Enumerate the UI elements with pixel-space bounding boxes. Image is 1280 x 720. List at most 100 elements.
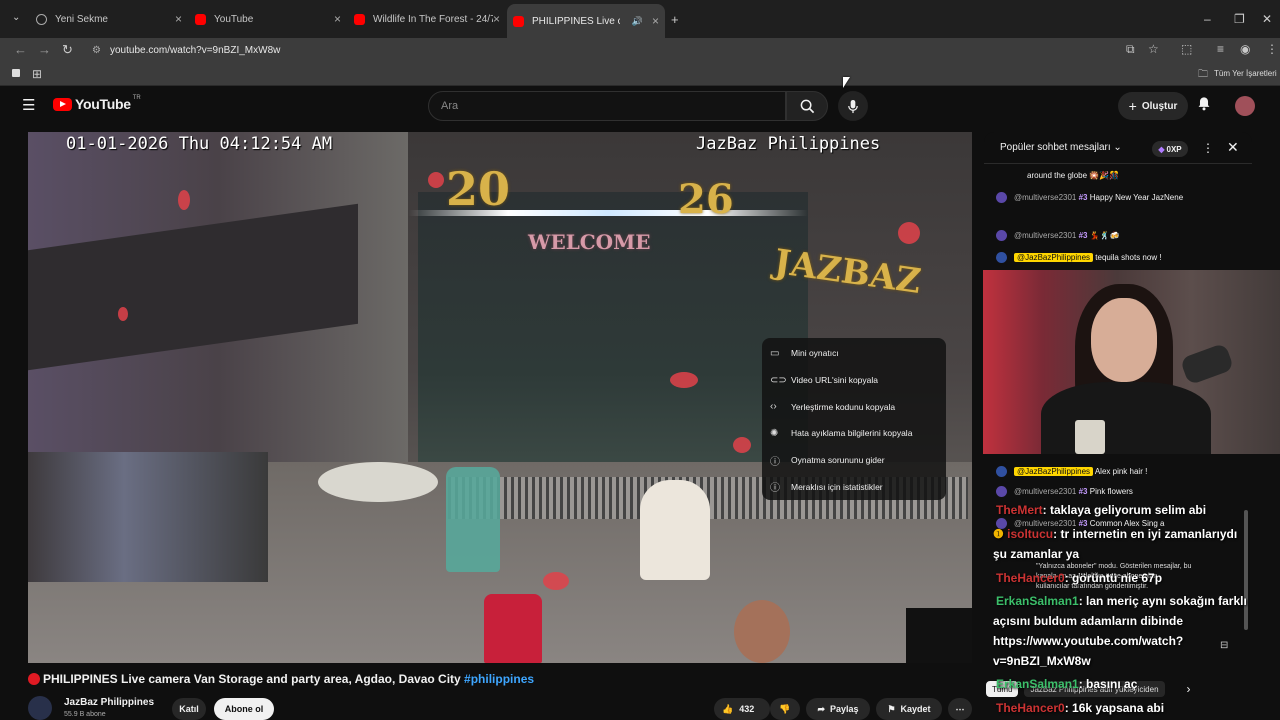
member-badge: #3	[1078, 193, 1088, 202]
youtube-icon	[513, 15, 524, 27]
apps-icon[interactable]	[12, 69, 20, 77]
forward-icon[interactable]: →	[38, 42, 51, 57]
tab-wildlife[interactable]: Wildlife In The Forest - 24/7 LIV ×	[348, 8, 506, 30]
close-tab-icon[interactable]: ×	[175, 12, 182, 26]
menu-item-copy-debug[interactable]: ✺ Hata ayıklama bilgilerini kopyala	[762, 420, 946, 447]
speaker-icon[interactable]: 🔊	[632, 16, 643, 27]
hashtag-link[interactable]: #philippines	[464, 672, 534, 686]
logo-text: YouTube	[75, 96, 131, 112]
mouse-cursor-icon	[843, 77, 850, 88]
youtube-header: ☰ YouTube TR Ara + Oluştur	[0, 86, 1280, 126]
all-bookmarks[interactable]: Tüm Yer İşaretleri	[1214, 69, 1277, 78]
tab-label: PHILIPPINES Live camera	[532, 15, 620, 27]
install-icon[interactable]: ⧉	[1126, 42, 1135, 57]
confetti	[118, 307, 128, 321]
youtube-logo[interactable]: YouTube TR	[53, 95, 141, 112]
menu-item-label: Yerleştirme kodunu kopyala	[791, 401, 896, 412]
account-avatar[interactable]	[1235, 96, 1255, 116]
tab-label: Yeni Sekme	[55, 13, 108, 25]
save-button[interactable]: ⚑ Kaydet	[876, 698, 942, 720]
close-tab-icon[interactable]: ×	[493, 12, 500, 26]
notifications-bell-icon[interactable]	[1197, 96, 1211, 114]
reload-icon[interactable]: ↻	[62, 42, 73, 58]
new-tab-icon[interactable]: +	[671, 12, 679, 27]
like-button[interactable]: 👍 432	[714, 698, 770, 720]
menu-item-mini-player[interactable]: ▭ Mini oynatıcı	[762, 340, 946, 367]
profile-icon[interactable]: ◉	[1240, 42, 1250, 56]
share-button[interactable]: ➦ Paylaş	[806, 698, 870, 720]
link-icon: ⊂⊃	[770, 374, 787, 386]
youtube-icon	[354, 13, 365, 25]
confetti	[670, 372, 698, 388]
create-button[interactable]: + Oluştur	[1118, 92, 1188, 120]
close-tab-icon[interactable]: ×	[652, 14, 659, 28]
search-placeholder: Ara	[441, 100, 459, 112]
menu-item-copy-url[interactable]: ⊂⊃ Video URL'sini kopyala	[762, 367, 946, 394]
tab-list-icon[interactable]: ⌄	[12, 12, 20, 23]
tab-new[interactable]: Yeni Sekme ×	[30, 8, 188, 30]
xp-icon: ◆	[1158, 144, 1165, 154]
dislike-button[interactable]: 👎	[770, 698, 800, 720]
cam-microphone	[1179, 342, 1235, 386]
join-button[interactable]: Katıl	[172, 698, 206, 720]
close-window-icon[interactable]: ✕	[1262, 12, 1272, 26]
hamburger-menu-icon[interactable]: ☰	[22, 96, 35, 114]
search-icon	[800, 99, 814, 113]
address-bar[interactable]: ⚙ youtube.com/watch?v=9nBZI_MxW8w	[86, 39, 1116, 61]
chevron-right-icon[interactable]: ›	[1187, 682, 1191, 696]
menu-item-stats[interactable]: ⓘ Meraklısı için istatistikler	[762, 473, 946, 500]
menu-icon[interactable]: ⋮	[1266, 42, 1278, 56]
extensions-icon[interactable]: ⬚	[1181, 42, 1192, 56]
balloon-year-right: 26	[678, 176, 734, 223]
menu-item-label: Mini oynatıcı	[791, 348, 839, 359]
owner-name: @JazBazPhilippines	[1014, 253, 1094, 262]
search-input[interactable]: Ara	[428, 91, 786, 121]
avatar	[996, 192, 1007, 204]
media-icon[interactable]: ≡	[1217, 42, 1224, 56]
video-player[interactable]: 20 26 WELCOME JAZBAZ 01-01-2026 Thu 04:1…	[28, 132, 972, 663]
live-icon	[28, 673, 40, 685]
overlay-chat-line: ErkanSalman1: lan meriç aynı sokağın far…	[996, 594, 1247, 608]
chat-close-icon[interactable]: ✕	[1227, 139, 1239, 156]
member-badge: #3	[1078, 231, 1088, 240]
back-icon[interactable]: ←	[14, 42, 27, 57]
voice-search-button[interactable]	[838, 91, 868, 121]
menu-item-copy-embed[interactable]: ‹› Yerleştirme kodunu kopyala	[762, 393, 946, 420]
channel-avatar[interactable]	[28, 696, 52, 720]
menu-item-label: Video URL'sini kopyala	[791, 375, 878, 386]
avatar	[996, 252, 1007, 264]
maximize-icon[interactable]: ❐	[1234, 12, 1245, 26]
cam-face	[1091, 298, 1157, 382]
menu-item-label: Meraklısı için istatistikler	[791, 481, 883, 492]
tab-groups-icon[interactable]: ⊞	[32, 67, 42, 81]
subscribe-button[interactable]: Abone ol	[214, 698, 274, 720]
owner-name: @JazBazPhilippines	[1014, 467, 1094, 476]
close-tab-icon[interactable]: ×	[334, 12, 341, 26]
xp-badge[interactable]: ◆ 0XP	[1152, 141, 1188, 157]
overlay-chat-line: v=9nBZI_MxW8w	[993, 654, 1091, 668]
like-count: 432	[739, 704, 755, 714]
chat-title[interactable]: Popüler sohbet mesajları ⌄	[1000, 142, 1122, 153]
emoji-icon: 💃🕺🍻	[1089, 231, 1120, 240]
emoji-icon: 🎇🎉🎊	[1089, 171, 1120, 180]
cam-shirt	[1041, 382, 1211, 454]
channel-watermark[interactable]	[906, 608, 972, 663]
star-icon[interactable]: ☆	[1148, 42, 1159, 56]
chat-more-icon[interactable]: ⋮	[1202, 141, 1214, 155]
search-button[interactable]	[786, 91, 828, 121]
chat-settings-icon[interactable]: ⊟	[1220, 640, 1228, 651]
browser-tab-bar: ⌄ Yeni Sekme × YouTube × Wildlife In The…	[0, 0, 1280, 38]
folder-icon: 🗀	[1198, 69, 1208, 80]
confetti	[898, 222, 920, 244]
menu-item-troubleshoot[interactable]: ⓘ Oynatma sorununu gider	[762, 447, 946, 474]
overlay-chat-line: TheHancer0: 16k yapsana abi	[996, 701, 1165, 715]
share-icon: ➦	[817, 703, 825, 714]
minimize-icon[interactable]: –	[1204, 12, 1211, 26]
channel-name[interactable]: JazBaz Philippines	[64, 697, 154, 708]
chat-header: Popüler sohbet mesajları ⌄ ◆ 0XP ⋮ ✕	[984, 132, 1252, 164]
tab-youtube[interactable]: YouTube ×	[189, 8, 347, 30]
tab-philippines[interactable]: PHILIPPINES Live camera 🔊 ×	[507, 4, 665, 38]
more-actions-button[interactable]: ⋯	[948, 698, 972, 720]
site-info-icon[interactable]: ⚙	[92, 45, 101, 56]
chat-scrollbar[interactable]	[1244, 510, 1248, 630]
